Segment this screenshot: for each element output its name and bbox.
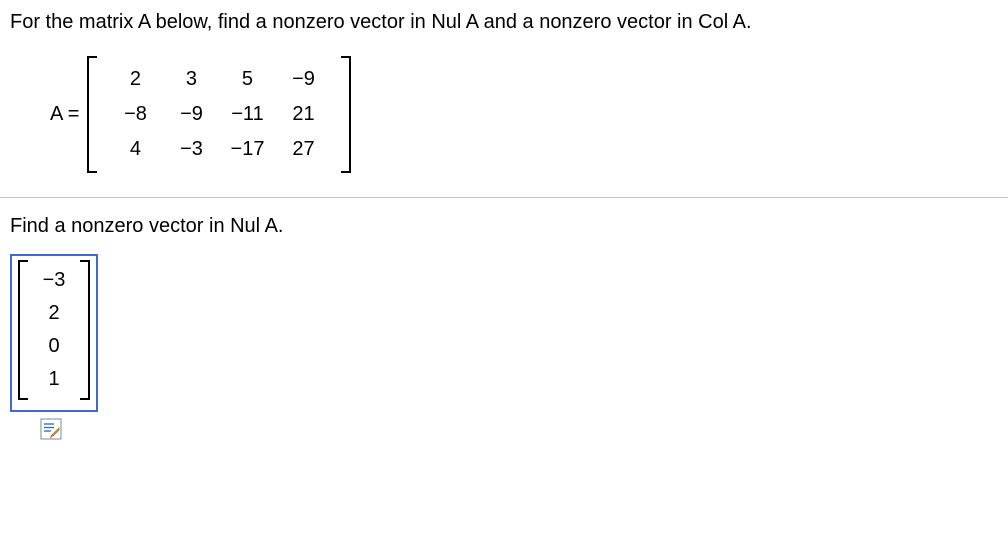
matrix-cell: −9 (275, 62, 331, 97)
matrix-label: A = (50, 103, 79, 126)
matrix-row: 4 −3 −17 27 (107, 132, 331, 167)
matrix-row: 0 (36, 330, 72, 363)
matrix-row: 2 3 5 −9 (107, 62, 331, 97)
vector-cell: 2 (36, 297, 72, 330)
bracket-left (87, 56, 97, 173)
matrix-cell: 27 (275, 132, 331, 167)
matrix-cell: −3 (163, 132, 219, 167)
vector-cell: 0 (36, 330, 72, 363)
edit-icon[interactable] (40, 418, 62, 440)
bracket-left (18, 260, 28, 400)
matrix-equation: A = 2 3 5 −9 −8 −9 −11 21 4 −3 −17 27 (50, 56, 998, 173)
matrix-row: 1 (36, 363, 72, 396)
subprompt: Find a nonzero vector in Nul A. (10, 212, 998, 240)
divider (0, 197, 1008, 198)
problem-statement: For the matrix A below, find a nonzero v… (10, 8, 998, 36)
matrix-cell: −8 (107, 97, 163, 132)
matrix-cell: −17 (219, 132, 275, 167)
matrix-row: 2 (36, 297, 72, 330)
matrix-body: 2 3 5 −9 −8 −9 −11 21 4 −3 −17 27 (97, 56, 341, 173)
matrix-cell: 21 (275, 97, 331, 132)
matrix-cell: −11 (219, 97, 275, 132)
matrix-cell: 3 (163, 62, 219, 97)
matrix-body: −3 2 0 1 (28, 260, 80, 400)
vector-cell: −3 (36, 264, 72, 297)
answer-section: −3 2 0 1 (10, 254, 98, 440)
matrix-A: 2 3 5 −9 −8 −9 −11 21 4 −3 −17 27 (87, 56, 351, 173)
matrix-row: −8 −9 −11 21 (107, 97, 331, 132)
vector-cell: 1 (36, 363, 72, 396)
answer-vector: −3 2 0 1 (18, 260, 90, 400)
answer-box[interactable]: −3 2 0 1 (10, 254, 98, 412)
bracket-right (341, 56, 351, 173)
matrix-row: −3 (36, 264, 72, 297)
matrix-cell: 2 (107, 62, 163, 97)
matrix-cell: 4 (107, 132, 163, 167)
bracket-right (80, 260, 90, 400)
matrix-cell: −9 (163, 97, 219, 132)
matrix-cell: 5 (219, 62, 275, 97)
edit-icon-wrapper (40, 418, 98, 440)
